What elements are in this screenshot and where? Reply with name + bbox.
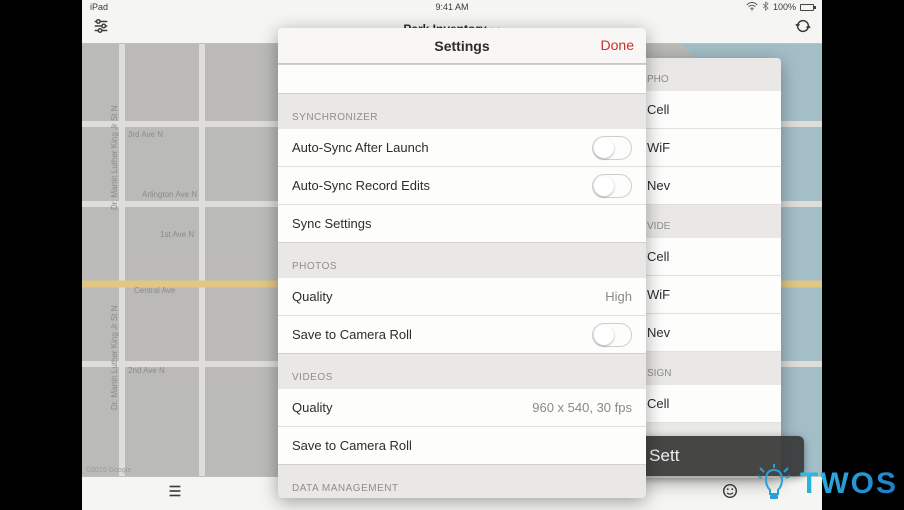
section-header: VIDE (641, 205, 781, 238)
option-row[interactable]: WiF (641, 129, 781, 167)
street-label: Dr. Martin Luther King Jr St N (110, 106, 119, 210)
wifi-icon (746, 2, 758, 13)
row-auto-sync-record-edits[interactable]: Auto-Sync Record Edits (278, 167, 646, 205)
toggle-photo-save-roll[interactable] (592, 323, 632, 347)
street-label: Dr. Martin Luther King Jr St N (110, 306, 119, 410)
toggle-auto-sync-record-edits[interactable] (592, 174, 632, 198)
toggle-auto-sync-after-launch[interactable] (592, 136, 632, 160)
lightbulb-icon (754, 464, 794, 504)
row-value: High (605, 289, 632, 304)
row-label: Quality (292, 400, 332, 415)
refresh-icon[interactable] (794, 17, 812, 40)
row-video-save-roll[interactable]: Save to Camera Roll (278, 427, 646, 465)
carrier-label: iPad (90, 2, 108, 12)
row-photo-save-roll[interactable]: Save to Camera Roll (278, 316, 646, 354)
street-label: Arlington Ave N (142, 190, 197, 199)
app-frame: iPad 9:41 AM 100% Park Inventory (82, 0, 822, 510)
branding-watermark: TWOS (754, 464, 898, 504)
row-value: 960 x 540, 30 fps (532, 400, 632, 415)
status-bar: iPad 9:41 AM 100% (82, 0, 822, 14)
section-header-data-mgmt: DATA MANAGEMENT (278, 465, 646, 498)
row-label: Sync Settings (292, 216, 372, 231)
section-header-photos: PHOTOS (278, 243, 646, 278)
option-row[interactable]: Nev (641, 167, 781, 205)
row-auto-sync-after-launch[interactable]: Auto-Sync After Launch (278, 129, 646, 167)
option-row[interactable]: Cell (641, 238, 781, 276)
option-row[interactable]: WiF (641, 276, 781, 314)
row-sync-settings[interactable]: Sync Settings (278, 205, 646, 243)
list-icon[interactable] (166, 482, 184, 505)
settings-title: Settings (434, 38, 489, 54)
section-header: SIGN (641, 352, 781, 385)
row-label: Save to Camera Roll (292, 327, 412, 342)
smiley-icon[interactable] (721, 482, 739, 505)
row-label: Quality (292, 289, 332, 304)
battery-icon (800, 4, 814, 11)
done-button[interactable]: Done (601, 37, 634, 53)
settings-header: Settings Done (278, 28, 646, 64)
section-header-synchronizer: SYNCHRONIZER (278, 94, 646, 129)
street-label: Central Ave (134, 286, 175, 295)
section-header-videos: VIDEOS (278, 354, 646, 389)
row-label: Auto-Sync After Launch (292, 140, 429, 155)
row-video-quality[interactable]: Quality 960 x 540, 30 fps (278, 389, 646, 427)
row-label: Save to Camera Roll (292, 438, 412, 453)
street-label: 3rd Ave N (128, 130, 163, 139)
option-row[interactable]: Cell (641, 385, 781, 423)
clock: 9:41 AM (435, 2, 468, 12)
table-top-spacer (278, 64, 646, 94)
option-row[interactable]: Nev (641, 314, 781, 352)
map-copyright: ©2015 Google (86, 467, 131, 474)
section-header: PHO (641, 58, 781, 91)
sync-options-panel: PHO Cell WiF Nev VIDE Cell WiF Nev SIGN … (641, 58, 781, 478)
settings-panel: Settings Done SYNCHRONIZER Auto-Sync Aft… (278, 28, 646, 498)
bluetooth-icon (762, 1, 769, 13)
row-label: Auto-Sync Record Edits (292, 178, 430, 193)
street-label: 2nd Ave N (128, 366, 165, 375)
row-photo-quality[interactable]: Quality High (278, 278, 646, 316)
street-label: 1st Ave N (160, 230, 194, 239)
sliders-icon[interactable] (92, 17, 110, 40)
battery-pct: 100% (773, 2, 796, 12)
option-row[interactable]: Cell (641, 91, 781, 129)
branding-text: TWOS (800, 467, 898, 501)
